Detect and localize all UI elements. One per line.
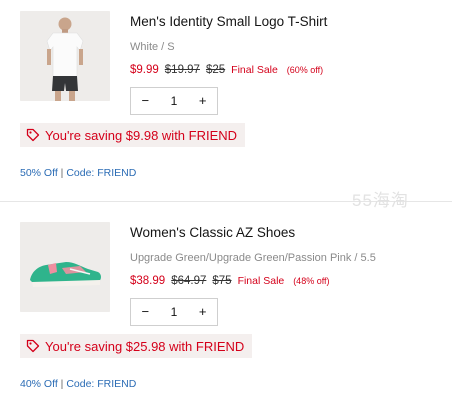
promo-separator: | [60, 378, 64, 390]
quantity-stepper: − 1 + [130, 87, 218, 115]
promo-discount[interactable]: 50% Off [20, 167, 58, 179]
final-sale-label: Final Sale (60% off) [231, 64, 323, 76]
price-row: $9.99 $19.97 $25 Final Sale (60% off) [130, 64, 329, 76]
promo-discount[interactable]: 40% Off [20, 378, 58, 390]
original-price: $75 [212, 275, 232, 287]
promo-separator: | [60, 167, 64, 179]
final-sale-text: Final Sale [237, 275, 285, 287]
shoe-image [20, 222, 110, 312]
product-name[interactable]: Men's Identity Small Logo T-Shirt [130, 14, 327, 29]
compare-price: $19.97 [164, 64, 200, 76]
original-price: $25 [205, 64, 226, 76]
final-sale-text: Final Sale [231, 64, 278, 76]
product-variant: Upgrade Green/Upgrade Green/Passion Pink… [130, 252, 376, 264]
quantity-value[interactable]: 1 [160, 299, 189, 325]
product-image-tshirt[interactable] [20, 11, 110, 101]
savings-badge: You're saving $25.98 with FRIEND [20, 334, 253, 358]
price-row: $38.99 $64.97 $75 Final Sale (48% off) [130, 275, 336, 287]
promo-code[interactable]: Code: FRIEND [66, 378, 136, 390]
product-variant: White / S [130, 41, 175, 53]
final-sale-label: Final Sale (48% off) [238, 275, 330, 287]
promo-info: 50% Off | Code: FRIEND [20, 167, 136, 179]
savings-text: You're saving $25.98 with FRIEND [45, 338, 245, 354]
discount-percent: (48% off) [293, 276, 330, 286]
product-image-shoes[interactable] [20, 222, 110, 312]
tshirt-model-image [20, 11, 110, 101]
quantity-stepper: − 1 + [130, 298, 218, 326]
promo-code[interactable]: Code: FRIEND [66, 167, 136, 179]
decrease-quantity-button[interactable]: − [131, 88, 160, 114]
compare-price: $64.97 [171, 275, 207, 287]
savings-text: You're saving $9.98 with FRIEND [45, 127, 238, 143]
discount-percent: (60% off) [286, 65, 324, 75]
savings-badge: You're saving $9.98 with FRIEND [20, 123, 246, 147]
tag-icon [26, 128, 40, 142]
tag-icon [26, 339, 40, 353]
increase-quantity-button[interactable]: + [188, 88, 217, 114]
sale-price: $38.99 [130, 275, 166, 287]
quantity-value[interactable]: 1 [160, 88, 189, 114]
product-name[interactable]: Women's Classic AZ Shoes [130, 225, 295, 240]
increase-quantity-button[interactable]: + [188, 299, 217, 325]
watermark: 55海淘 [352, 191, 409, 210]
sale-price: $9.99 [130, 64, 159, 76]
decrease-quantity-button[interactable]: − [131, 299, 160, 325]
promo-info: 40% Off | Code: FRIEND [20, 378, 136, 390]
